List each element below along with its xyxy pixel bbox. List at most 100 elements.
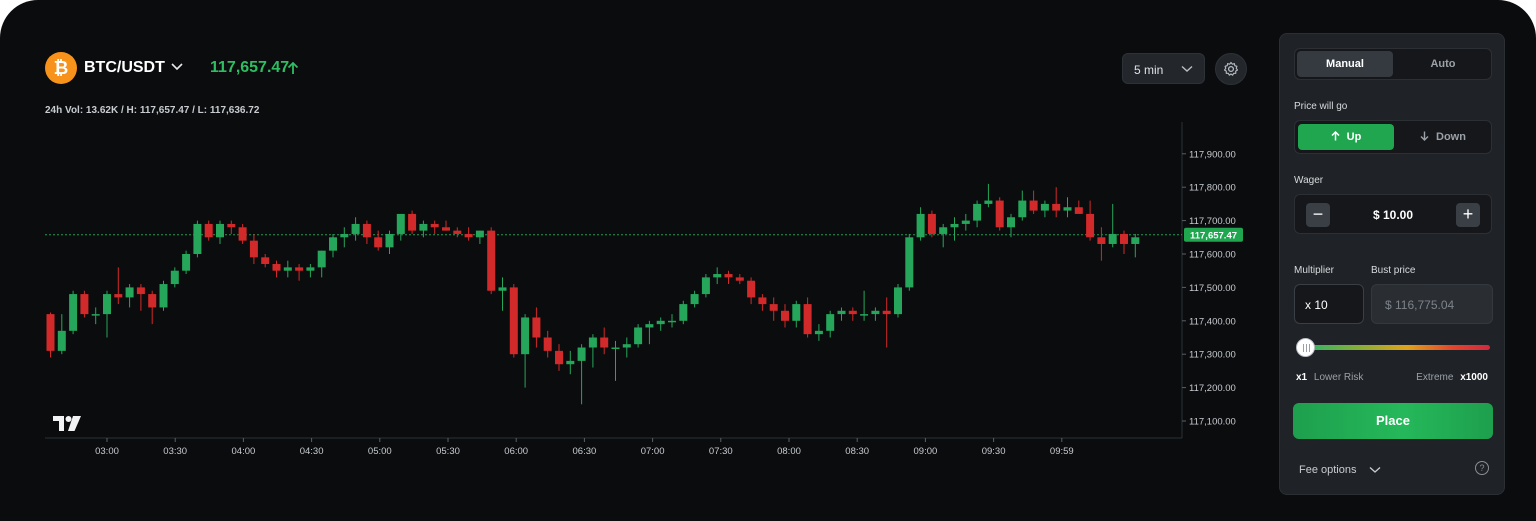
candle: [442, 227, 450, 231]
bust-price-field: $ 116,775.04: [1371, 284, 1493, 324]
candle: [543, 337, 552, 351]
candle: [611, 347, 620, 350]
candle: [475, 230, 484, 238]
x-tick-label: 08:30: [845, 446, 869, 457]
candle: [1108, 233, 1117, 244]
candle: [136, 287, 145, 295]
increase-wager-button[interactable]: +: [1456, 203, 1480, 227]
y-tick-label: 117,500.00: [1189, 283, 1236, 294]
interval-label: 5 min: [1134, 63, 1164, 77]
candle: [1120, 233, 1128, 244]
candle: [837, 310, 846, 315]
candle: [362, 223, 371, 238]
bust-price-label: Bust price: [1371, 265, 1416, 276]
candle: [905, 237, 914, 288]
candle: [939, 227, 948, 234]
x-tick-label: 05:00: [368, 446, 392, 457]
candle: [216, 223, 224, 238]
multiplier-input[interactable]: x 10: [1294, 284, 1364, 324]
candle: [1007, 217, 1015, 228]
candle: [735, 277, 744, 281]
arrow-up-icon: [287, 61, 299, 74]
x-tick-label: 03:00: [95, 446, 119, 457]
chart-settings-button[interactable]: [1215, 53, 1247, 85]
y-tick-label: 117,600.00: [1189, 250, 1236, 261]
candle: [295, 267, 304, 271]
down-button[interactable]: Down: [1396, 124, 1490, 150]
candle: [848, 310, 857, 315]
tab-auto[interactable]: Auto: [1395, 51, 1491, 77]
risk-min: x1 Lower Risk: [1296, 372, 1363, 383]
candle: [894, 287, 902, 315]
risk-slider-track[interactable]: [1306, 345, 1490, 350]
up-button[interactable]: Up: [1298, 124, 1394, 150]
candle: [283, 267, 292, 271]
candle: [826, 314, 835, 331]
candle: [1040, 203, 1049, 211]
candle: [769, 304, 778, 311]
candle: [984, 200, 993, 204]
candle: [238, 227, 247, 241]
gear-icon: [1223, 61, 1239, 76]
candle: [408, 213, 417, 231]
btc-coin-icon: ₿: [45, 52, 77, 84]
candle: [464, 233, 473, 238]
candle: [566, 360, 575, 365]
risk-slider-thumb[interactable]: [1296, 338, 1315, 357]
candle: [927, 213, 936, 234]
candle: [1131, 237, 1140, 244]
y-tick-label: 117,700.00: [1189, 216, 1236, 227]
candle: [509, 287, 518, 355]
up-label: Up: [1346, 131, 1362, 143]
candle: [193, 223, 202, 254]
risk-min-text: Lower Risk: [1313, 372, 1364, 383]
x-tick-label: 06:30: [573, 446, 597, 457]
candle: [656, 320, 665, 325]
candle: [1097, 237, 1106, 244]
x-tick-label: 03:30: [163, 446, 187, 457]
x-tick-label: 04:00: [232, 446, 256, 457]
candle: [396, 213, 405, 234]
wager-field[interactable]: − $ 10.00 +: [1294, 194, 1492, 234]
fee-options-toggle[interactable]: Fee options: [1299, 464, 1356, 476]
candle: [758, 297, 767, 305]
candle: [340, 233, 349, 238]
candle: [329, 237, 337, 251]
direction-toggle: Up Down: [1294, 120, 1492, 154]
y-tick-label: 117,200.00: [1189, 383, 1236, 394]
down-label: Down: [1436, 131, 1466, 143]
x-tick-label: 09:00: [914, 446, 938, 457]
candlestick-chart[interactable]: 117,100.00 117,200.00 117,300.00 117,400.00…: [0, 0, 1275, 521]
candle: [374, 237, 383, 248]
x-tick-label: 05:30: [436, 446, 460, 457]
chevron-down-icon[interactable]: [1369, 466, 1381, 474]
candle: [80, 294, 89, 315]
x-tick-label: 07:00: [641, 446, 665, 457]
x-tick-label: 09:59: [1050, 446, 1074, 457]
chevron-down-icon: [1181, 65, 1193, 72]
app-window: 117,100.00 117,200.00 117,300.00 117,400.00…: [0, 0, 1536, 521]
y-tick-label: 117,900.00: [1189, 149, 1236, 160]
chevron-down-icon[interactable]: [171, 62, 183, 72]
candle: [860, 314, 869, 316]
pair-selector[interactable]: BTC/USDT: [84, 59, 165, 77]
candle: [272, 264, 281, 271]
candle: [713, 274, 722, 278]
y-tick-label: 117,800.00: [1189, 183, 1236, 194]
candle: [170, 270, 179, 285]
candle: [385, 233, 394, 248]
candle: [995, 200, 1004, 228]
mode-toggle: Manual Auto: [1294, 48, 1492, 80]
place-button[interactable]: Place: [1293, 403, 1493, 439]
interval-select[interactable]: 5 min: [1122, 53, 1205, 84]
candle: [249, 240, 258, 258]
x-tick-label: 08:00: [777, 446, 801, 457]
y-tick-label: 117,100.00: [1189, 417, 1236, 428]
help-icon[interactable]: ?: [1475, 461, 1489, 475]
candle: [91, 314, 100, 316]
tab-manual[interactable]: Manual: [1297, 51, 1393, 77]
arrow-up-icon: [1331, 130, 1340, 141]
y-tick-label: 117,400.00: [1189, 316, 1236, 327]
risk-max-text: Extreme: [1416, 372, 1454, 383]
candle: [159, 284, 168, 308]
